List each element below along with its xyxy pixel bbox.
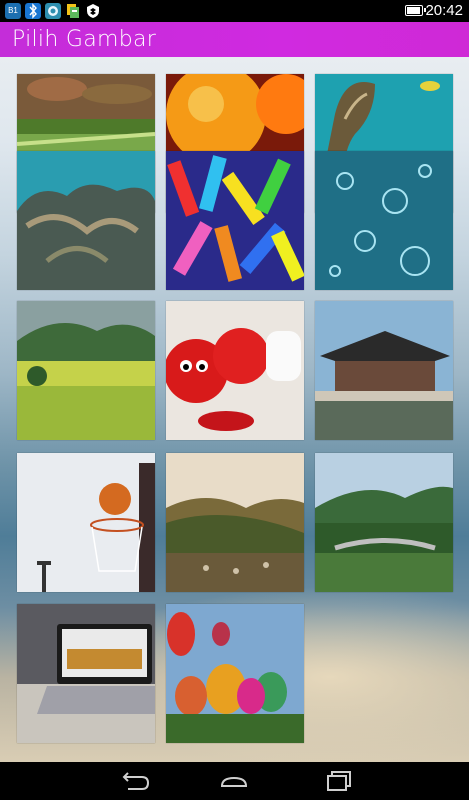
image-thumbnail-sad-tomato[interactable] xyxy=(166,301,304,440)
image-thumbnail-laptop-desk[interactable] xyxy=(17,604,155,743)
wallpaper-background xyxy=(0,57,469,762)
status-bar: B1 20:42 xyxy=(0,0,469,22)
app-bar: Pilih Gambar xyxy=(0,22,469,57)
image-thumbnail-clothespins[interactable] xyxy=(166,151,304,290)
b1-icon: B1 xyxy=(5,3,21,19)
image-thumbnail-water-bubbles[interactable] xyxy=(315,151,453,290)
page-title: Pilih Gambar xyxy=(12,27,157,52)
clock: 20:42 xyxy=(425,2,463,19)
image-grid xyxy=(0,57,469,762)
bluetooth-icon xyxy=(25,3,41,19)
home-icon[interactable] xyxy=(214,768,254,794)
vpn-shield-icon xyxy=(85,3,101,19)
files-icon xyxy=(65,3,81,19)
image-thumbnail-green-fields[interactable] xyxy=(17,301,155,440)
image-thumbnail-korean-palace[interactable] xyxy=(315,301,453,440)
image-thumbnail-garden-bridge[interactable] xyxy=(315,453,453,592)
recents-icon[interactable] xyxy=(316,768,356,794)
battery-icon xyxy=(405,5,426,16)
image-thumbnail-valley-village[interactable] xyxy=(166,453,304,592)
image-thumbnail-hot-air-balloons[interactable] xyxy=(166,604,304,743)
app-notification-icon xyxy=(45,3,61,19)
back-icon[interactable] xyxy=(114,768,154,794)
navigation-bar xyxy=(0,762,469,800)
image-thumbnail-coral-reef[interactable] xyxy=(17,151,155,290)
image-thumbnail-basketball-hoop[interactable] xyxy=(17,453,155,592)
